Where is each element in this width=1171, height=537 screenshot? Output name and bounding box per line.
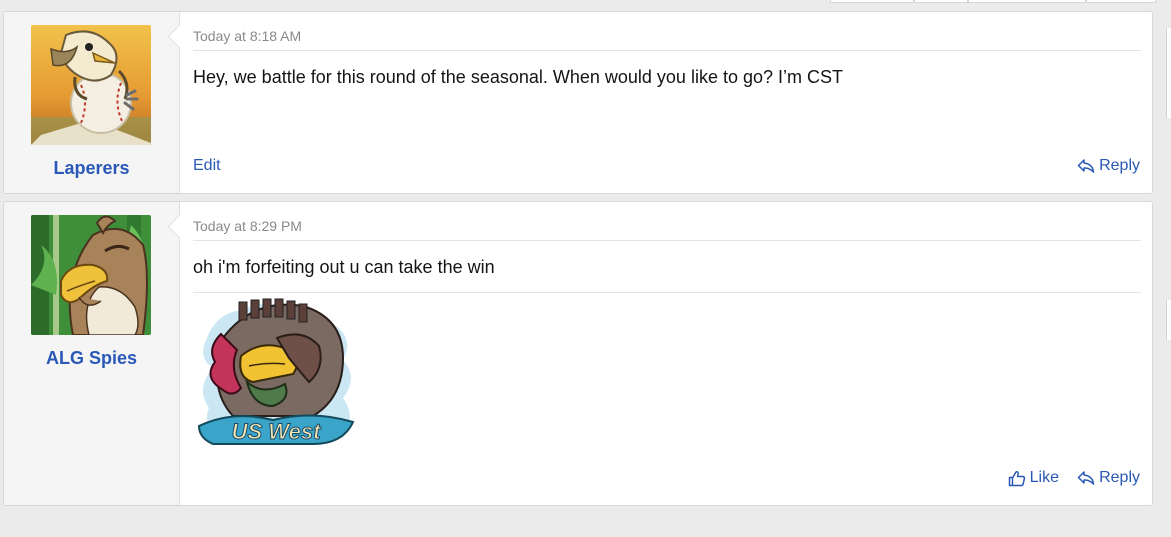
reply-icon [1077, 471, 1095, 485]
divider [193, 240, 1141, 241]
right-edge [1166, 0, 1171, 537]
message-timestamp[interactable]: Today at 8:18 AM [193, 28, 301, 44]
divider [193, 50, 1141, 51]
message: Laperers Today at 8:18 AM Hey, we battle… [3, 11, 1153, 194]
message-user-cell: ALG Spies [4, 202, 180, 505]
username[interactable]: ALG Spies [4, 348, 179, 369]
reply-button[interactable]: Reply [1077, 469, 1140, 487]
top-tab[interactable] [1086, 0, 1156, 3]
username[interactable]: Laperers [4, 158, 179, 179]
message-timestamp[interactable]: Today at 8:29 PM [193, 218, 302, 234]
farfetchd-avatar-icon [31, 215, 151, 335]
top-tabs [830, 0, 1160, 3]
top-tab[interactable] [914, 0, 968, 3]
attachment-image[interactable]: US West [193, 298, 359, 450]
top-tab[interactable] [830, 0, 914, 3]
us-west-team-logo-icon: US West [197, 298, 355, 445]
avatar[interactable] [31, 25, 151, 145]
like-button[interactable]: Like [1008, 469, 1059, 487]
edit-label: Edit [193, 157, 221, 174]
edit-button[interactable]: Edit [193, 157, 221, 175]
message-user-cell: Laperers [4, 12, 180, 193]
message-body: oh i'm forfeiting out u can take the win [193, 257, 495, 277]
message-content: Today at 8:18 AM Hey, we battle for this… [167, 12, 1152, 193]
logo-text: US West [232, 419, 323, 444]
like-label: Like [1029, 469, 1059, 486]
avatar[interactable] [31, 215, 151, 335]
thumbs-up-icon [1008, 470, 1025, 486]
reply-label: Reply [1099, 469, 1140, 486]
bird-baseball-avatar-icon [31, 25, 151, 145]
reply-button[interactable]: Reply [1077, 157, 1140, 175]
reply-label: Reply [1099, 157, 1140, 174]
reply-icon [1077, 159, 1095, 173]
top-tab[interactable] [968, 0, 1086, 3]
message-body: Hey, we battle for this round of the sea… [193, 67, 843, 87]
divider [193, 292, 1141, 293]
message: ALG Spies Today at 8:29 PM oh i'm forfei… [3, 201, 1153, 506]
message-content: Today at 8:29 PM oh i'm forfeiting out u… [167, 202, 1152, 505]
